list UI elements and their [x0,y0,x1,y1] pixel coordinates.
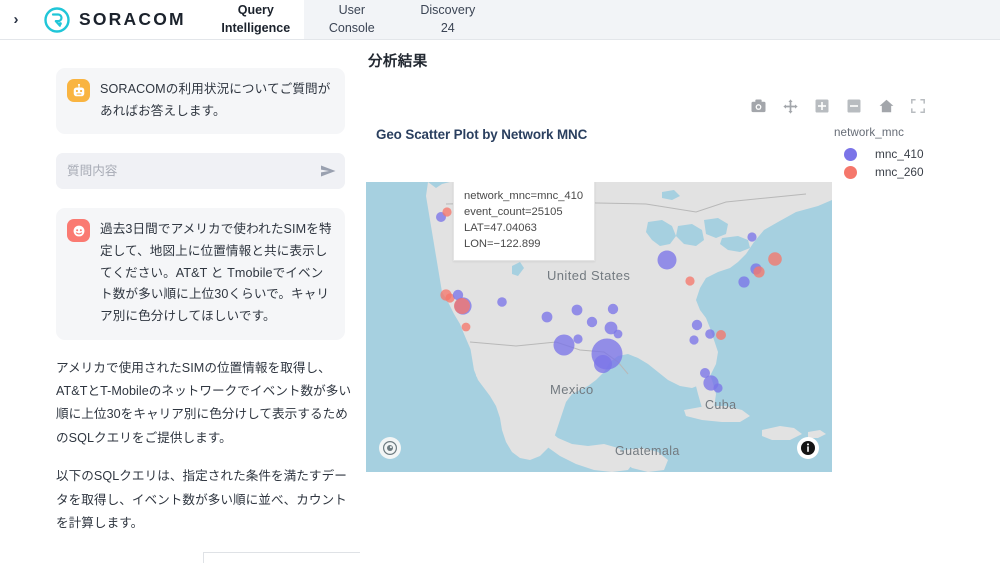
tooltip-event-count: event_count=25105 [464,204,583,220]
plot-title: Geo Scatter Plot by Network MNC [376,127,587,142]
chevron-right-icon: › [14,11,19,28]
scatter-points-layer[interactable] [366,182,832,472]
send-arrow-icon [320,164,337,178]
scatter-point[interactable] [454,298,470,314]
scatter-point[interactable] [689,335,698,344]
brand-logo[interactable]: SORACOM [32,0,208,39]
results-heading: 分析結果 [368,50,428,71]
download-camera-icon[interactable] [750,98,766,114]
assistant-response: アメリカで使用されたSIMの位置情報を取得し、AT&TとT-Mobileのネット… [56,357,350,536]
tab-label-line2: Intelligence [221,20,290,38]
question-input-wrapper[interactable] [56,153,345,189]
sidebar-collapse-button[interactable]: › [0,0,32,39]
scatter-point[interactable] [497,297,507,307]
sql-code-block [203,552,360,563]
legend-label: mnc_410 [875,147,924,161]
question-input[interactable] [56,164,311,178]
legend-swatch [844,148,857,161]
user-avatar [67,219,90,242]
reset-home-icon[interactable] [878,98,894,114]
user-message-text: 過去3日間でアメリカで使われたSIMを特定して、地図上に位置情報と共に表示してく… [100,219,333,327]
scatter-point[interactable] [753,266,764,277]
tab-label-line1: Query [238,2,274,20]
legend-label: mnc_260 [875,165,924,179]
compass-icon [382,440,398,456]
autoscale-expand-icon[interactable] [910,98,926,114]
page-body: SORACOMの利用状況についてご質問があればお答えします。 過去3日間でアメリ… [0,40,1000,563]
bot-avatar [67,79,90,102]
scatter-point[interactable] [685,276,694,285]
tab-label-line1: Discovery [420,2,475,20]
scatter-point[interactable] [594,355,612,373]
scatter-point[interactable] [462,323,471,332]
tab-discovery-24[interactable]: Discovery 24 [400,0,496,39]
brand-name: SORACOM [79,9,186,30]
tab-label-line2: 24 [441,20,455,38]
assistant-paragraph-1: アメリカで使用されたSIMの位置情報を取得し、AT&TとT-Mobileのネット… [56,357,352,451]
user-face-icon [72,224,86,238]
scatter-point[interactable] [713,383,722,392]
legend-item-mnc-410[interactable]: mnc_410 [834,147,924,161]
legend-title: network_mnc [834,126,924,139]
scatter-point[interactable] [554,335,575,356]
map-info-button[interactable] [797,437,819,459]
scatter-point[interactable] [614,330,623,339]
scatter-point[interactable] [442,207,451,216]
bot-message-text: SORACOMの利用状況についてご質問があればお答えします。 [100,79,333,122]
legend-item-mnc-260[interactable]: mnc_260 [834,165,924,179]
tab-user-console[interactable]: User Console [304,0,400,39]
user-message: 過去3日間でアメリカで使われたSIMを特定して、地図上に位置情報と共に表示してく… [56,208,345,339]
scatter-point[interactable] [705,329,715,339]
point-tooltip: network_mnc=mnc_410 event_count=25105 LA… [453,182,595,261]
scatter-point[interactable] [573,334,582,343]
scatter-point[interactable] [587,317,597,327]
chart-legend: network_mnc mnc_410 mnc_260 [834,126,924,183]
legend-swatch [844,166,857,179]
scatter-point[interactable] [658,251,677,270]
zoom-out-icon[interactable] [846,98,862,114]
pan-icon[interactable] [782,98,798,114]
robot-icon [72,84,86,98]
header-tabs: Query Intelligence User Console Discover… [208,0,496,39]
compass-button[interactable] [379,437,401,459]
tab-query-intelligence[interactable]: Query Intelligence [208,0,304,39]
results-panel: 分析結果 Geo Scatter Plot by Network MNC [360,40,1000,563]
tab-label-line1: User [339,2,365,20]
scatter-point[interactable] [572,305,583,316]
zoom-in-icon[interactable] [814,98,830,114]
chat-panel: SORACOMの利用状況についてご質問があればお答えします。 過去3日間でアメリ… [0,40,360,563]
scatter-point[interactable] [747,232,756,241]
geo-scatter-map[interactable]: United States Mexico Cuba Guatemala netw… [366,182,832,472]
soracom-logo-icon [44,7,70,33]
tooltip-network-mnc: network_mnc=mnc_410 [464,188,583,204]
tooltip-lat: LAT=47.04063 [464,220,583,236]
plotly-modebar [750,98,926,114]
app-header: › SORACOM Query Intelligence User Consol… [0,0,1000,40]
scatter-point[interactable] [768,252,782,266]
tooltip-lon: LON=−122.899 [464,236,583,252]
tab-label-line2: Console [329,20,375,38]
info-icon [800,440,816,456]
scatter-point[interactable] [738,276,749,287]
scatter-point[interactable] [716,330,726,340]
bot-message: SORACOMの利用状況についてご質問があればお答えします。 [56,68,345,134]
scatter-point[interactable] [608,304,618,314]
assistant-paragraph-2: 以下のSQLクエリは、指定された条件を満たすデータを取得し、イベント数が多い順に… [56,465,352,535]
scatter-point[interactable] [542,312,553,323]
send-button[interactable] [311,154,345,188]
scatter-point[interactable] [692,320,702,330]
